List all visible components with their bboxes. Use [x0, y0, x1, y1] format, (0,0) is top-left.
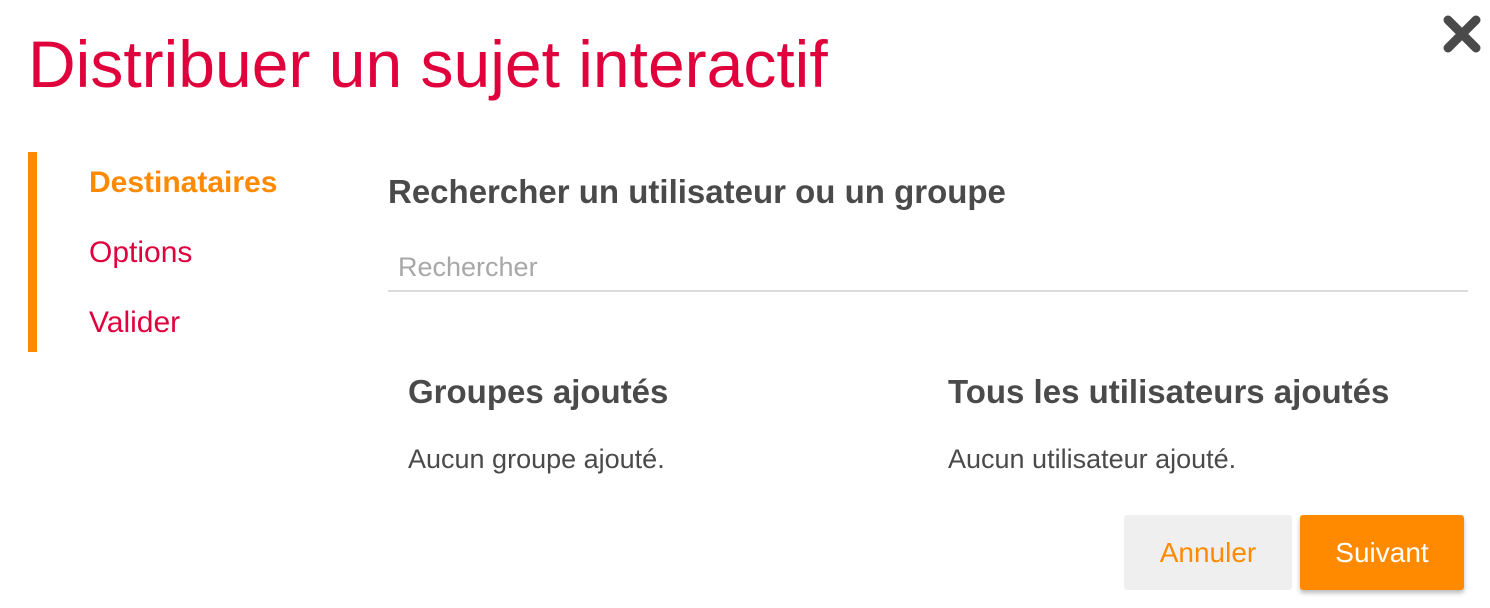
close-icon[interactable]: [1440, 12, 1484, 56]
search-input[interactable]: [388, 244, 1468, 292]
distribute-dialog: Distribuer un sujet interactif Destinata…: [0, 0, 1490, 608]
users-empty-text: Aucun utilisateur ajouté.: [948, 444, 1237, 474]
next-button[interactable]: Suivant: [1300, 515, 1464, 590]
step-valider[interactable]: Valider: [89, 303, 180, 343]
groups-empty-text: Aucun groupe ajouté.: [408, 444, 665, 474]
step-destinataires[interactable]: Destinataires: [89, 163, 277, 203]
dialog-title: Distribuer un sujet interactif: [28, 27, 828, 101]
cancel-button[interactable]: Annuler: [1124, 515, 1292, 590]
step-navigation: Destinataires Options Valider: [28, 152, 328, 352]
step-options[interactable]: Options: [89, 233, 192, 273]
search-heading: Rechercher un utilisateur ou un groupe: [388, 173, 1006, 210]
groups-added-title: Groupes ajoutés: [408, 373, 669, 410]
users-added-title: Tous les utilisateurs ajoutés: [948, 373, 1390, 410]
